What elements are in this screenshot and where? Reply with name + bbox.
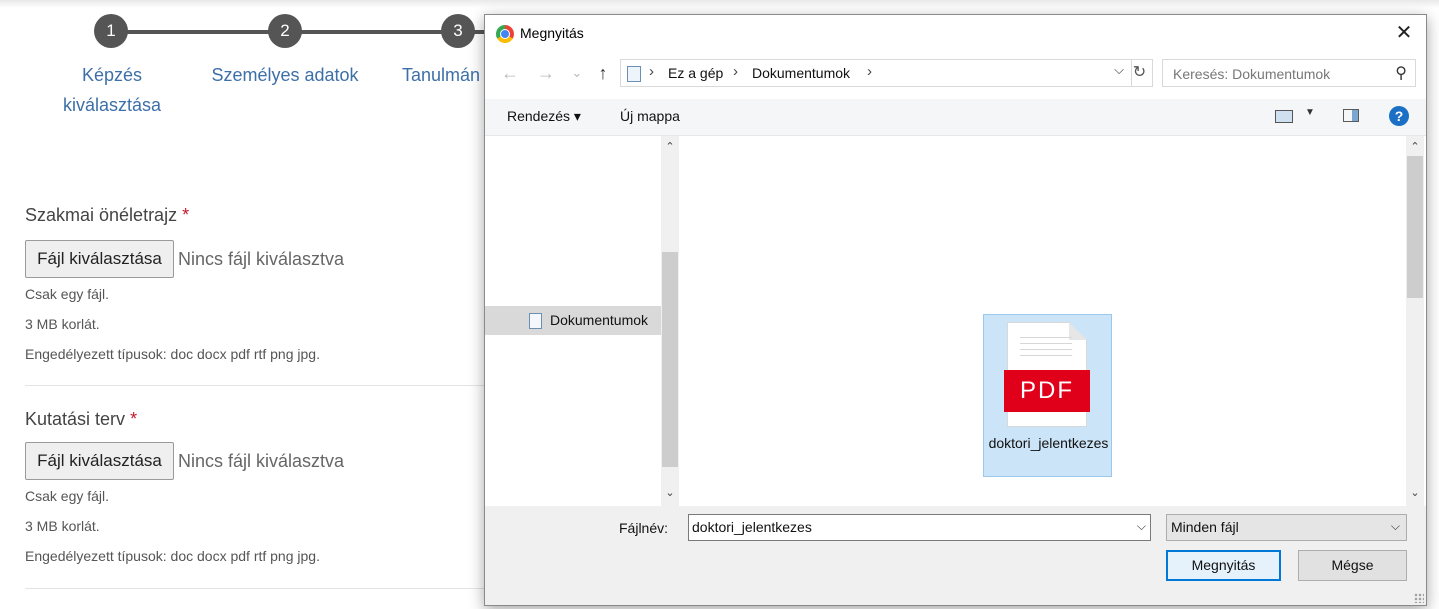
page-top-shadow [0,0,1439,8]
step-1-circle[interactable]: 1 [94,14,128,48]
chrome-icon [496,25,514,43]
refresh-icon[interactable]: ↻ [1127,59,1153,87]
forward-arrow-icon[interactable]: → [535,63,557,84]
navigation-pane-scrollbar[interactable]: ⌃ ⌄ [661,136,679,506]
view-mode-icon[interactable] [1275,110,1293,123]
file-list-scrollbar[interactable]: ⌃ ⌄ [1406,136,1424,506]
research-plan-hint-single: Csak egy fájl. [25,488,110,504]
research-plan-title-text: Kutatási terv [25,409,126,429]
dialog-navigation-row: ← → ⌄ ↑ › Ez a gép › Dokumentumok › ⌵ ↻ … [485,59,1426,91]
file-type-select[interactable]: Minden fájl ⌵ [1166,514,1407,541]
scroll-down-icon[interactable]: ⌄ [1406,486,1424,499]
dialog-footer: Fájlnév: doktori_jelentkezes ⌵ Minden fá… [485,506,1426,605]
scroll-down-icon[interactable]: ⌄ [661,486,679,499]
cv-hint-types: Engedélyezett típusok: doc docx pdf rtf … [25,346,320,362]
help-icon[interactable]: ? [1389,106,1409,126]
close-icon[interactable]: ✕ [1392,21,1416,45]
pdf-badge: PDF [1004,370,1090,412]
nav-item-documents-label: Dokumentumok [550,312,649,328]
field-divider [25,588,495,589]
cv-hint-single: Csak egy fájl. [25,286,110,302]
organize-menu[interactable]: Rendezés ▾ [507,108,581,125]
scrollbar-thumb[interactable] [662,252,678,467]
step-3-label[interactable]: Tanulmán [402,60,492,90]
dialog-title: Megnyitás [520,25,584,41]
open-button[interactable]: Megnyitás [1166,550,1281,581]
address-bar[interactable]: › Ez a gép › Dokumentumok › ⌵ [620,59,1132,87]
filename-input[interactable]: doktori_jelentkezes ⌵ [688,514,1151,541]
step-1-label-line2[interactable]: kiválasztása [40,90,184,120]
this-pc-icon [627,66,641,82]
cv-field-title: Szakmai önéletrajz * [25,205,189,226]
file-list-area[interactable]: PDF doktori_jelentkezes [681,136,1406,506]
scrollbar-thumb[interactable] [1407,156,1423,298]
breadcrumb-separator[interactable]: › [733,63,738,80]
step-2-label[interactable]: Személyes adatok [200,60,370,90]
view-mode-dropdown-icon[interactable]: ▼ [1305,107,1315,118]
file-type-value[interactable]: Minden fájl [1171,519,1239,535]
search-icon[interactable]: ⚲ [1395,63,1407,83]
step-1-label[interactable]: Képzés kiválasztása [40,60,184,120]
page-lines [1020,337,1072,361]
cv-no-file-text: Nincs fájl kiválasztva [178,249,345,269]
breadcrumb-documents[interactable]: Dokumentumok [752,65,850,81]
cv-file-choose-button[interactable]: Fájl kiválasztása [25,240,174,278]
field-divider [25,385,495,386]
filename-dropdown-chevron-icon[interactable]: ⌵ [1137,519,1146,534]
file-name-label: doktori_jelentkezes [988,435,1109,451]
research-plan-file-choose-button[interactable]: Fájl kiválasztása [25,442,174,480]
search-box[interactable]: Keresés: Dokumentumok ⚲ [1162,59,1416,87]
step-1-label-line1[interactable]: Képzés [40,60,184,90]
step-2-circle[interactable]: 2 [268,14,302,48]
dialog-titlebar[interactable]: Megnyitás ✕ [485,15,1426,53]
dialog-toolbar: Rendezés ▾ Új mappa ▼ ? [485,99,1426,136]
file-open-dialog: Megnyitás ✕ ← → ⌄ ↑ › Ez a gép › Dokumen… [484,14,1427,606]
filename-value[interactable]: doktori_jelentkezes [692,519,812,535]
scroll-up-icon[interactable]: ⌃ [661,140,679,153]
breadcrumb-separator[interactable]: › [649,63,654,80]
required-mark: * [182,205,190,225]
resize-grip[interactable] [1414,593,1424,603]
new-folder-button[interactable]: Új mappa [620,108,680,124]
filename-label: Fájlnév: [619,520,669,536]
step-3-circle[interactable]: 3 [441,14,475,48]
breadcrumb-this-pc[interactable]: Ez a gép [668,65,723,81]
file-item-doktori-jelentkezes[interactable]: PDF doktori_jelentkezes [983,314,1112,477]
back-arrow-icon[interactable]: ← [499,63,521,84]
research-plan-field-title: Kutatási terv * [25,409,137,430]
cv-field-title-text: Szakmai önéletrajz [25,205,178,225]
cv-hint-size: 3 MB korlát. [25,316,100,332]
documents-folder-icon [529,313,542,329]
navigation-pane: Dokumentumok [485,136,661,506]
file-type-chevron-icon[interactable]: ⌵ [1391,519,1400,534]
research-plan-hint-size: 3 MB korlát. [25,518,100,534]
preview-pane-icon[interactable] [1343,109,1359,122]
recent-locations-chevron-icon[interactable]: ⌄ [566,65,588,81]
nav-item-documents[interactable]: Dokumentumok [485,306,661,335]
research-plan-hint-types: Engedélyezett típusok: doc docx pdf rtf … [25,548,320,564]
research-plan-no-file-text: Nincs fájl kiválasztva [178,451,345,471]
scroll-up-icon[interactable]: ⌃ [1406,140,1424,153]
search-placeholder[interactable]: Keresés: Dokumentumok [1173,66,1330,82]
cancel-button[interactable]: Mégse [1298,550,1407,581]
address-dropdown-chevron-icon[interactable]: ⌵ [1110,62,1128,78]
breadcrumb-separator[interactable]: › [867,63,872,80]
required-mark: * [130,409,138,429]
up-arrow-icon[interactable]: ↑ [592,63,614,84]
